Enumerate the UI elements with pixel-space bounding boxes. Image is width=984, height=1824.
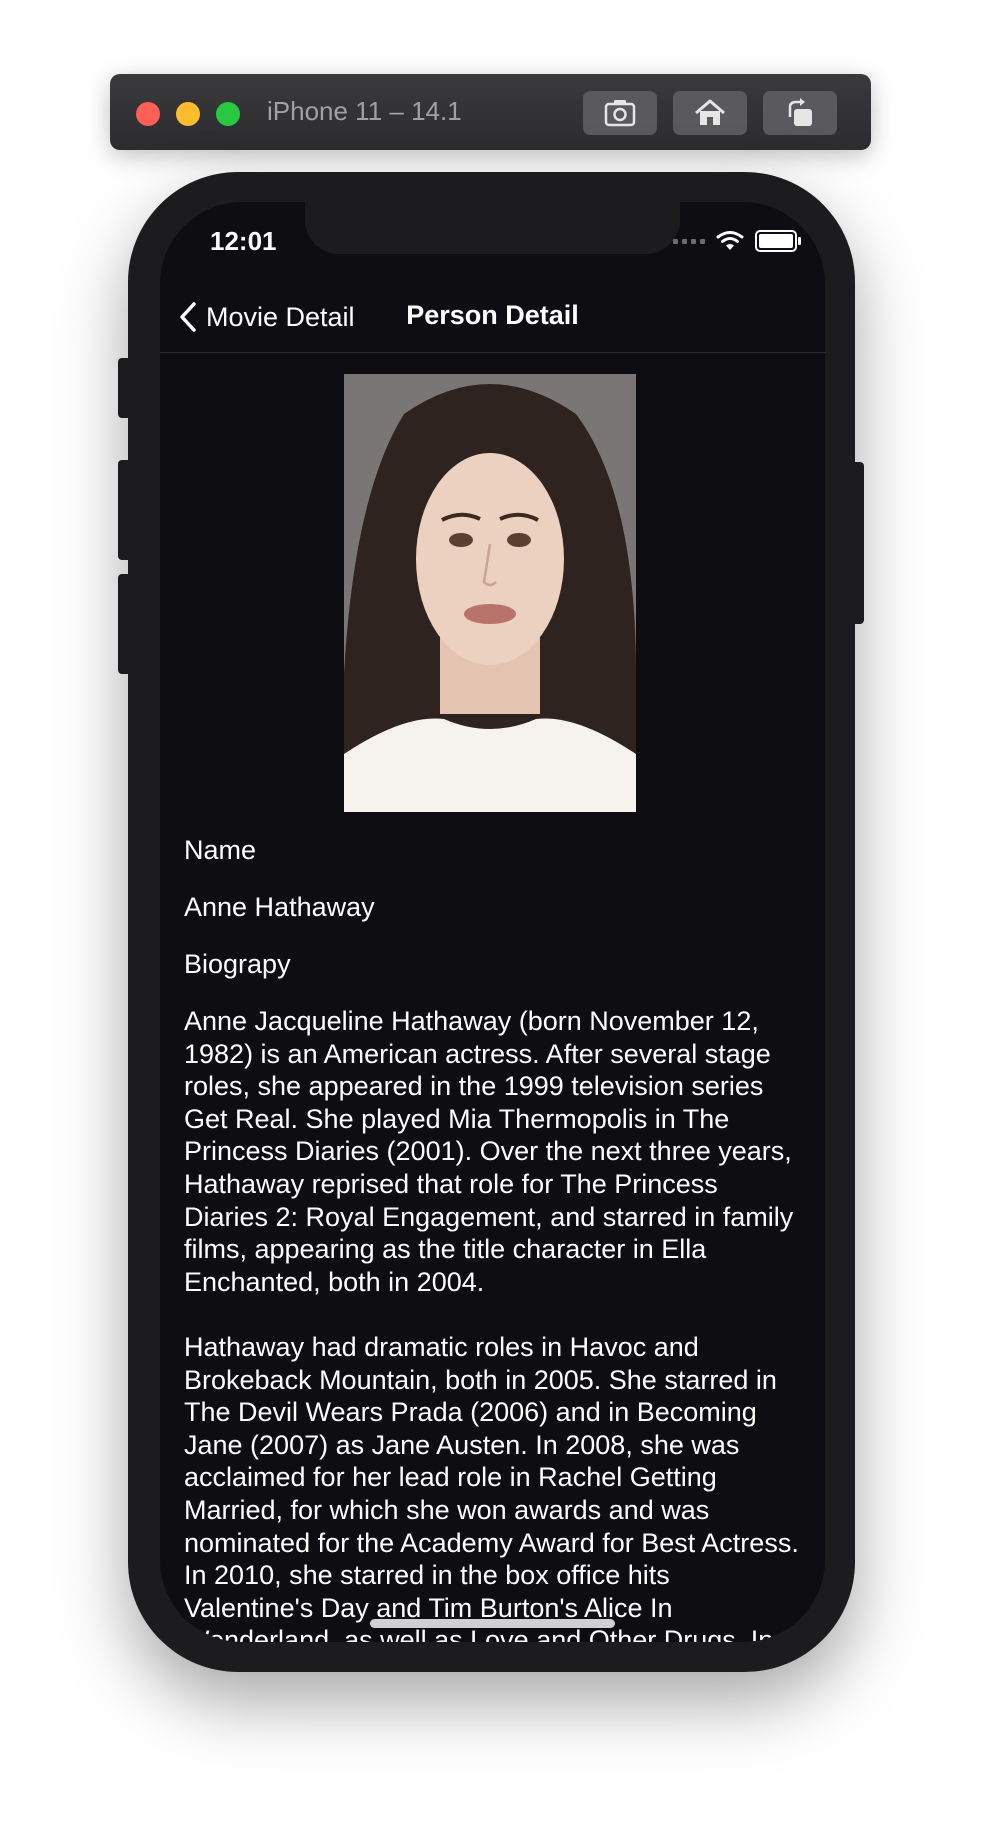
- rotate-button[interactable]: [763, 91, 837, 135]
- navigation-bar: Movie Detail Person Detail: [160, 292, 825, 353]
- screenshot-icon: [604, 100, 636, 127]
- home-button[interactable]: [673, 91, 747, 135]
- home-indicator[interactable]: [370, 1619, 615, 1628]
- notch: [305, 202, 680, 254]
- status-icons: [673, 230, 801, 252]
- page-title: Person Detail: [406, 300, 579, 330]
- zoom-window-button[interactable]: [216, 102, 240, 126]
- simulator-title: iPhone 11 – 14.1: [267, 96, 462, 126]
- cellular-signal-icon: [673, 238, 705, 244]
- battery-icon: [755, 230, 801, 252]
- status-time: 12:01: [210, 226, 277, 256]
- close-window-button[interactable]: [136, 102, 160, 126]
- minimize-window-button[interactable]: [176, 102, 200, 126]
- device-screen: 12:01 Movie Detail Person Detail Name An…: [160, 202, 825, 1642]
- screenshot-button[interactable]: [583, 91, 657, 135]
- biography-text: Anne Jacqueline Hathaway (born November …: [184, 1006, 799, 1642]
- rotate-icon: [788, 98, 812, 126]
- simulator-toolbar: iPhone 11 – 14.1: [110, 74, 871, 150]
- person-details: Name Anne Hathaway Biograpy Anne Jacquel…: [184, 834, 806, 1642]
- name-label: Name: [184, 835, 257, 865]
- wifi-icon: [715, 230, 745, 252]
- biography-label: Biograpy: [184, 949, 291, 979]
- person-photo: [344, 374, 636, 812]
- home-icon: [695, 99, 725, 125]
- person-name: Anne Hathaway: [184, 892, 375, 922]
